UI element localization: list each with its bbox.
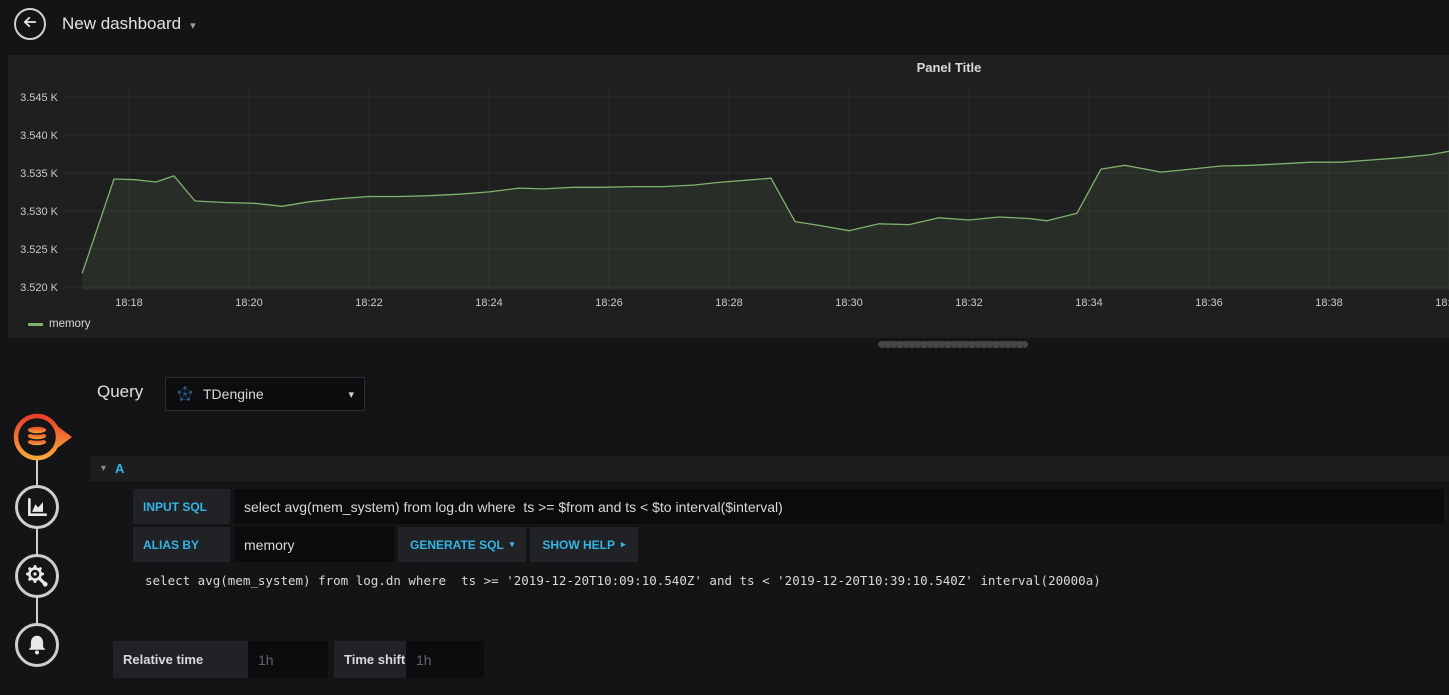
svg-text:18:40: 18:40 <box>1435 297 1449 309</box>
time-shift-input[interactable] <box>406 651 484 668</box>
show-help-label: SHOW HELP <box>542 537 615 552</box>
svg-text:18:36: 18:36 <box>1195 297 1223 309</box>
dashboard-title-dropdown[interactable]: New dashboard ▾ <box>62 0 196 48</box>
query-section-label: Query <box>97 382 144 401</box>
query-ref-letter: A <box>115 461 125 476</box>
panel-resize-handle[interactable] <box>878 341 1028 348</box>
generate-sql-label: GENERATE SQL <box>410 537 504 552</box>
chart-icon <box>28 498 48 516</box>
svg-text:18:28: 18:28 <box>715 297 743 309</box>
svg-text:18:34: 18:34 <box>1075 297 1103 309</box>
alias-by-row: ALIAS BY GENERATE SQL ▾ SHOW HELP ▸ <box>133 527 638 562</box>
svg-text:18:26: 18:26 <box>595 297 623 309</box>
datasource-picker[interactable]: TDengine ▾ <box>165 377 365 411</box>
chevron-down-icon: ▾ <box>190 20 196 32</box>
relative-time-label: Relative time <box>113 641 248 678</box>
input-sql-field[interactable] <box>234 498 1444 515</box>
dashboard-title: New dashboard <box>62 14 182 33</box>
svg-text:18:38: 18:38 <box>1315 297 1343 309</box>
back-button[interactable] <box>14 8 46 40</box>
datasource-name: TDengine <box>203 386 264 402</box>
svg-text:18:18: 18:18 <box>115 297 143 309</box>
svg-text:3.520 K: 3.520 K <box>20 282 59 294</box>
tab-alert[interactable] <box>15 623 59 667</box>
input-sql-row: INPUT SQL <box>133 489 1444 524</box>
svg-text:3.540 K: 3.540 K <box>20 130 59 142</box>
legend-item-memory[interactable]: memory <box>28 318 91 330</box>
caret-right-icon: ▸ <box>621 539 626 549</box>
caret-down-icon: ▾ <box>509 539 515 549</box>
graph-panel: Panel Title 3.520 K 3.525 K 3.530 K 3.535 K… <box>8 55 1449 338</box>
arrow-left-icon <box>21 13 39 36</box>
svg-text:3.545 K: 3.545 K <box>20 92 59 104</box>
svg-text:3.530 K: 3.530 K <box>20 206 59 218</box>
tab-queries[interactable] <box>2 408 74 471</box>
collapse-caret-icon: ▾ <box>101 463 107 474</box>
svg-text:18:32: 18:32 <box>955 297 983 309</box>
tab-visualization[interactable] <box>15 485 59 529</box>
time-shift-label: Time shift <box>334 641 406 678</box>
legend-color-dash <box>28 322 43 326</box>
time-series-chart[interactable]: 3.520 K 3.525 K 3.530 K 3.535 K 3.540 K 3.545… <box>8 55 1449 338</box>
svg-text:18:22: 18:22 <box>355 297 383 309</box>
database-icon <box>13 413 72 461</box>
svg-text:18:20: 18:20 <box>235 297 263 309</box>
alias-by-label: ALIAS BY <box>133 527 230 562</box>
svg-text:18:30: 18:30 <box>835 297 863 309</box>
input-sql-label: INPUT SQL <box>133 489 230 524</box>
gear-wrench-icon <box>26 565 48 587</box>
tdengine-logo-icon <box>177 386 193 401</box>
top-navbar: New dashboard ▾ <box>0 0 1449 48</box>
query-ref-header[interactable]: ▾ A <box>90 456 1449 481</box>
svg-text:3.525 K: 3.525 K <box>20 244 59 256</box>
generated-sql-preview: select avg(mem_system) from log.dn where… <box>145 573 1101 588</box>
legend-label: memory <box>49 318 91 330</box>
svg-text:3.535 K: 3.535 K <box>20 168 59 180</box>
bell-icon <box>28 635 46 655</box>
alias-by-field[interactable] <box>234 536 394 553</box>
relative-time-input[interactable] <box>248 651 328 668</box>
generate-sql-button[interactable]: GENERATE SQL ▾ <box>398 527 527 562</box>
chevron-down-icon: ▾ <box>348 388 354 401</box>
show-help-button[interactable]: SHOW HELP ▸ <box>530 527 638 562</box>
svg-text:18:24: 18:24 <box>475 297 503 309</box>
panel-time-options: Relative time Time shift <box>113 641 484 678</box>
tab-general-settings[interactable] <box>15 554 59 598</box>
